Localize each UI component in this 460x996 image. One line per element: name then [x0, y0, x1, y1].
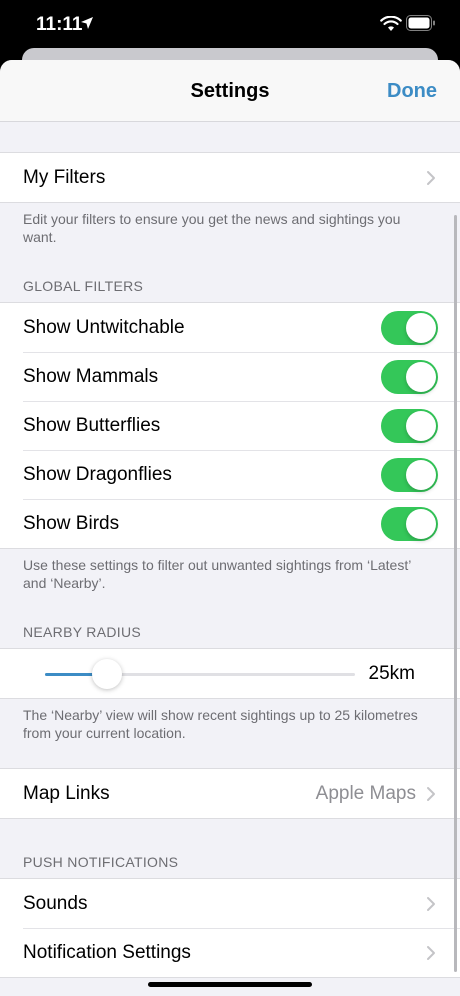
global-filters-header: GLOBAL FILTERS	[23, 278, 144, 294]
done-button[interactable]: Done	[387, 80, 437, 103]
toggle-knob	[406, 411, 436, 441]
battery-icon	[406, 15, 435, 31]
notification-settings-row[interactable]: Notification Settings	[0, 928, 460, 977]
map-links-label: Map Links	[23, 783, 110, 804]
toggle-label: Show Birds	[23, 513, 120, 534]
wifi-icon	[380, 16, 402, 31]
toggle-label: Show Mammals	[23, 366, 159, 387]
home-indicator[interactable]	[148, 982, 312, 987]
nearby-radius-header: NEARBY RADIUS	[23, 624, 142, 640]
map-links-value: Apple Maps	[315, 783, 416, 804]
my-filters-label: My Filters	[23, 167, 106, 188]
push-notifications-group: Sounds Notification Settings	[0, 878, 460, 978]
sounds-label: Sounds	[23, 893, 88, 914]
toggle-label: Show Butterflies	[23, 415, 161, 436]
chevron-right-icon	[427, 787, 435, 801]
untwitchable-toggle[interactable]	[381, 311, 438, 345]
birds-toggle[interactable]	[381, 507, 438, 541]
push-notifications-header: PUSH NOTIFICATIONS	[23, 854, 179, 870]
toggle-label: Show Untwitchable	[23, 317, 185, 338]
map-links-row[interactable]: Map Links Apple Maps	[0, 769, 460, 818]
map-links-group: Map Links Apple Maps	[0, 768, 460, 819]
nav-bar: Settings Done	[0, 60, 460, 122]
status-bar: 11:11	[0, 0, 460, 52]
my-filters-group: My Filters	[0, 152, 460, 203]
chevron-right-icon	[427, 897, 435, 911]
my-filters-footnote: Edit your filters to ensure you get the …	[23, 211, 401, 245]
chevron-right-icon	[427, 171, 435, 185]
toggle-knob	[406, 313, 436, 343]
radius-slider-row: 25km	[0, 649, 460, 698]
toggle-knob	[406, 362, 436, 392]
butterflies-toggle[interactable]	[381, 409, 438, 443]
toggle-row-dragonflies: Show Dragonflies	[0, 450, 460, 499]
toggle-row-untwitchable: Show Untwitchable	[0, 303, 460, 352]
toggle-knob	[406, 460, 436, 490]
notification-settings-label: Notification Settings	[23, 942, 191, 963]
toggle-row-mammals: Show Mammals	[0, 352, 460, 401]
mammals-toggle[interactable]	[381, 360, 438, 394]
chevron-right-icon	[427, 946, 435, 960]
radius-slider-thumb[interactable]	[92, 659, 122, 689]
toggle-row-birds: Show Birds	[0, 499, 460, 548]
settings-sheet: Settings Done My Filters Edit your filte…	[0, 60, 460, 996]
my-filters-row[interactable]: My Filters	[0, 153, 460, 202]
nearby-radius-group: 25km	[0, 648, 460, 699]
dragonflies-toggle[interactable]	[381, 458, 438, 492]
toggle-label: Show Dragonflies	[23, 464, 172, 485]
radius-value: 25km	[368, 663, 415, 684]
global-filters-group: Show Untwitchable Show Mammals Show Butt…	[0, 302, 460, 549]
sounds-row[interactable]: Sounds	[0, 879, 460, 928]
scroll-indicator[interactable]	[454, 215, 457, 972]
nearby-radius-footnote: The ‘Nearby’ view will show recent sight…	[23, 707, 418, 741]
toggle-row-butterflies: Show Butterflies	[0, 401, 460, 450]
status-time: 11:11	[36, 14, 83, 35]
global-filters-footnote: Use these settings to filter out unwante…	[23, 557, 411, 591]
toggle-knob	[406, 509, 436, 539]
location-arrow-icon	[81, 17, 93, 29]
